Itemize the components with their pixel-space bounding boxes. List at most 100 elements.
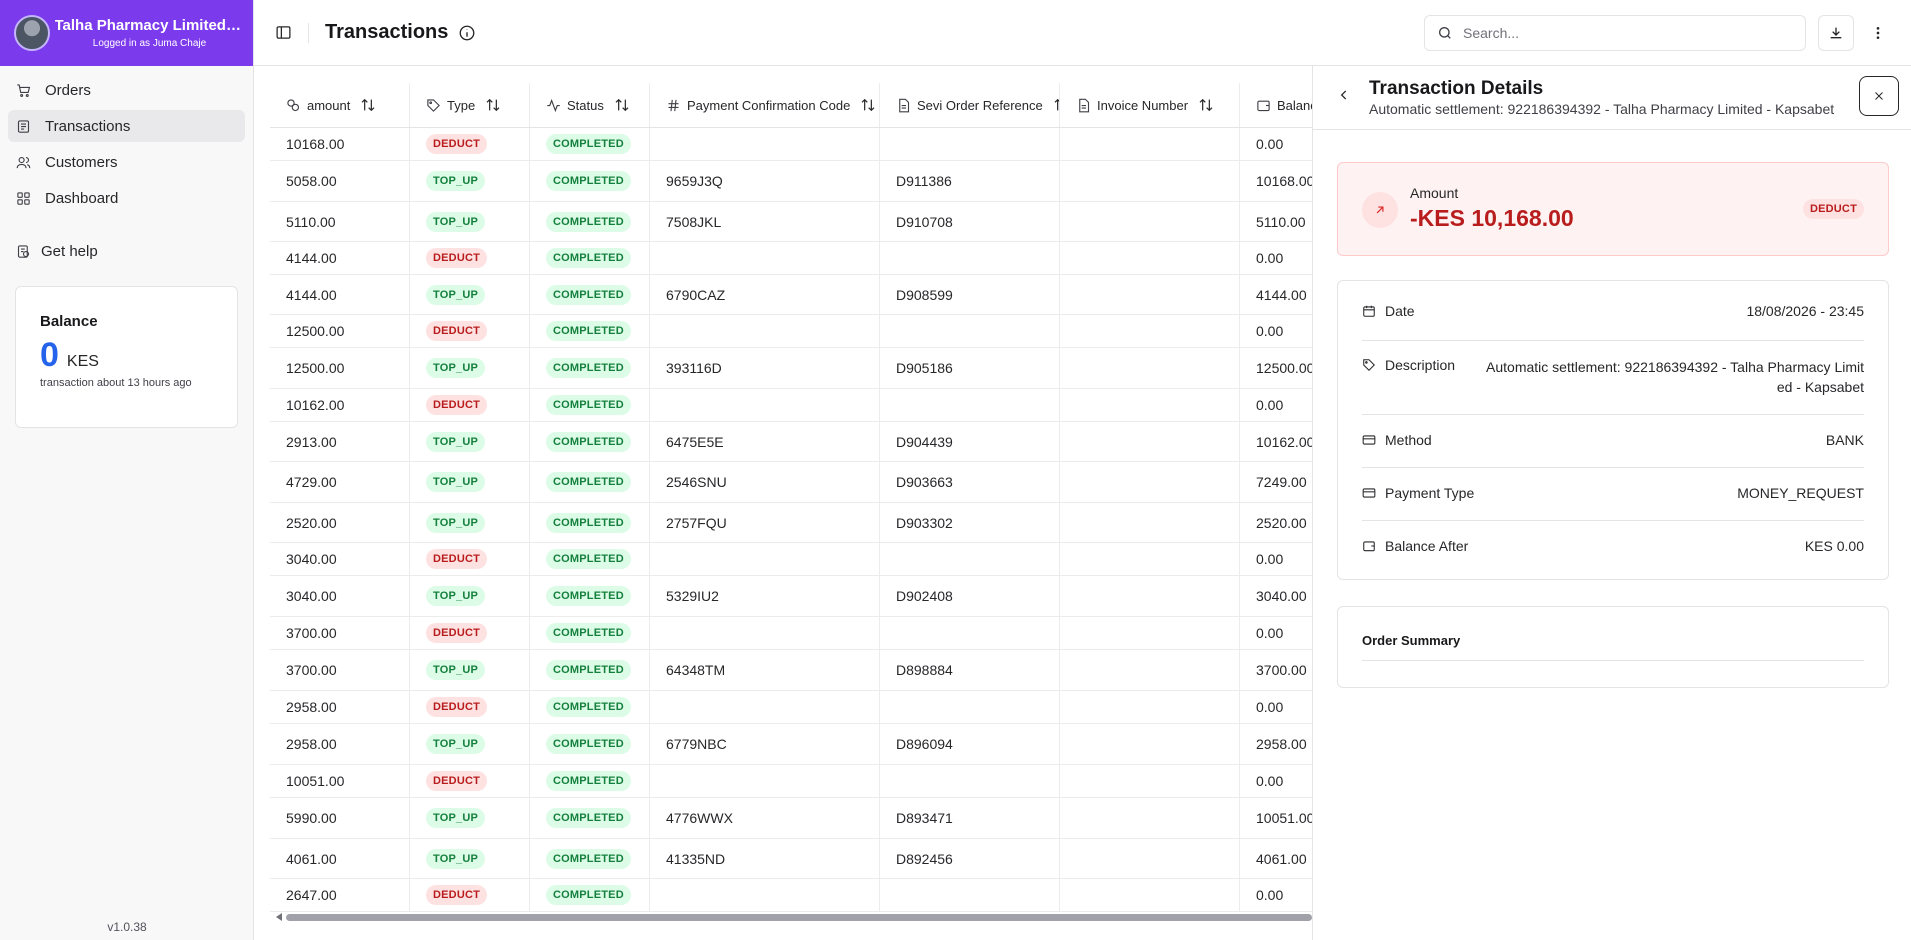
table-row[interactable]: 2958.00 DEDUCT COMPLETED 0.00 xyxy=(270,691,1312,724)
type-badge: DEDUCT xyxy=(426,885,488,905)
cell-amount: 5990.00 xyxy=(270,798,410,838)
cell-order-reference xyxy=(880,242,1060,274)
cell-invoice-number xyxy=(1060,503,1240,542)
scrollbar-thumb[interactable] xyxy=(286,914,1312,921)
sort-icon[interactable] xyxy=(1198,97,1214,113)
close-button[interactable] xyxy=(1859,76,1899,116)
search-icon xyxy=(1439,27,1451,39)
cell-order-reference: D905186 xyxy=(880,348,1060,388)
arrow-up-right-icon xyxy=(1362,192,1398,228)
table-row[interactable]: 12500.00 TOP_UP COMPLETED 393116D D905186 125… xyxy=(270,348,1312,389)
status-badge: COMPLETED xyxy=(546,808,631,828)
info-icon[interactable] xyxy=(458,24,476,42)
cell-amount: 10168.00 xyxy=(270,128,410,160)
table-row[interactable]: 2647.00 DEDUCT COMPLETED 0.00 xyxy=(270,879,1312,912)
cell-invoice-number xyxy=(1060,462,1240,502)
sort-icon[interactable] xyxy=(360,97,376,113)
sort-icon[interactable] xyxy=(614,97,630,113)
status-badge: COMPLETED xyxy=(546,358,631,378)
cell-status: COMPLETED xyxy=(530,422,650,461)
cell-order-reference xyxy=(880,543,1060,575)
cell-balance-after: 5110.00 xyxy=(1256,213,1306,230)
table-row[interactable]: 2958.00 TOP_UP COMPLETED 6779NBC D896094 2958… xyxy=(270,724,1312,765)
column-header-order-reference[interactable]: Sevi Order Reference xyxy=(880,83,1060,127)
table-row[interactable]: 5058.00 TOP_UP COMPLETED 9659J3Q D911386 1016… xyxy=(270,161,1312,202)
cell-payment-code: 6475E5E xyxy=(650,422,880,461)
users-icon xyxy=(16,156,31,168)
status-badge: COMPLETED xyxy=(546,395,631,415)
status-badge: COMPLETED xyxy=(546,472,631,492)
table-row[interactable]: 2520.00 TOP_UP COMPLETED 2757FQU D903302 2520… xyxy=(270,503,1312,543)
cell-balance-after: 4144.00 xyxy=(1256,286,1307,303)
table-row[interactable]: 2913.00 TOP_UP COMPLETED 6475E5E D904439 1016… xyxy=(270,422,1312,462)
column-header-invoice-number[interactable]: Invoice Number xyxy=(1060,83,1240,127)
table-header: amount Type Status Payment Confirmation … xyxy=(270,83,1312,128)
detail-row-payment-type: Payment Type MONEY_REQUEST xyxy=(1362,468,1864,521)
type-badge: TOP_UP xyxy=(426,472,486,492)
type-badge: TOP_UP xyxy=(426,660,486,680)
cell-invoice-number xyxy=(1060,422,1240,461)
download-button[interactable] xyxy=(1818,15,1854,51)
card-icon xyxy=(1362,435,1376,445)
sort-icon[interactable] xyxy=(485,97,501,113)
column-header-payment-code[interactable]: Payment Confirmation Code xyxy=(650,83,880,127)
cell-type: TOP_UP xyxy=(410,650,530,690)
header-divider xyxy=(308,22,309,43)
cell-status: COMPLETED xyxy=(530,161,650,201)
page-title: Transactions xyxy=(325,21,449,43)
column-label: Balance After xyxy=(1277,97,1312,113)
horizontal-scrollbar[interactable] xyxy=(276,912,1312,922)
table-row[interactable]: 5110.00 TOP_UP COMPLETED 7508JKL D910708 5110… xyxy=(270,202,1312,242)
table-row[interactable]: 4144.00 TOP_UP COMPLETED 6790CAZ D908599 4144… xyxy=(270,275,1312,315)
table-row[interactable]: 3700.00 TOP_UP COMPLETED 64348TM D898884 3700… xyxy=(270,650,1312,691)
column-header-balance-after[interactable]: Balance After xyxy=(1240,83,1312,127)
cell-invoice-number xyxy=(1060,691,1240,723)
wallet-icon xyxy=(1363,541,1375,552)
cell-payment-code: 2757FQU xyxy=(650,503,880,542)
table-row[interactable]: 10162.00 DEDUCT COMPLETED 0.00 xyxy=(270,389,1312,422)
sort-icon[interactable] xyxy=(1053,97,1060,113)
sort-icon[interactable] xyxy=(860,97,876,113)
org-switcher[interactable]: Talha Pharmacy Limited - Kapsabet Logged… xyxy=(0,0,253,66)
cell-balance-after: 0.00 xyxy=(1256,551,1284,567)
search-input[interactable] xyxy=(1463,25,1783,41)
table-row[interactable]: 4061.00 TOP_UP COMPLETED 41335ND D892456 4061… xyxy=(270,839,1312,879)
column-header-status[interactable]: Status xyxy=(530,83,650,127)
cell-amount: 12500.00 xyxy=(270,315,410,347)
cell-type: DEDUCT xyxy=(410,691,530,723)
table-row[interactable]: 4729.00 TOP_UP COMPLETED 2546SNU D903663 7249… xyxy=(270,462,1312,503)
column-header-amount[interactable]: amount xyxy=(270,83,410,127)
sidebar-item-transactions[interactable]: Transactions xyxy=(8,110,245,142)
cell-type: TOP_UP xyxy=(410,422,530,461)
type-badge: TOP_UP xyxy=(426,431,486,452)
cell-status: COMPLETED xyxy=(530,315,650,347)
table-row[interactable]: 5990.00 TOP_UP COMPLETED 4776WWX D893471 1005… xyxy=(270,798,1312,839)
cell-balance-after: 12500.00 xyxy=(1256,360,1312,376)
cell-balance-after: 10162.00 xyxy=(1256,433,1312,450)
scroll-left-arrow[interactable] xyxy=(276,913,282,921)
back-button[interactable] xyxy=(1337,88,1351,102)
coins-icon xyxy=(287,98,300,111)
cell-balance-after: 10051.00 xyxy=(1256,810,1312,826)
table-row[interactable]: 10051.00 DEDUCT COMPLETED 0.00 xyxy=(270,765,1312,798)
sidebar-toggle-button[interactable] xyxy=(272,22,294,44)
detail-value: BANK xyxy=(1825,432,1864,448)
sidebar-item-customers[interactable]: Customers xyxy=(8,146,245,178)
sidebar-item-dashboard[interactable]: Dashboard xyxy=(8,182,245,214)
get-help-link[interactable]: Get help xyxy=(0,238,253,264)
table-row[interactable]: 4144.00 DEDUCT COMPLETED 0.00 xyxy=(270,242,1312,275)
column-header-type[interactable]: Type xyxy=(410,83,530,127)
cell-order-reference xyxy=(880,389,1060,421)
status-badge: COMPLETED xyxy=(546,586,631,606)
table-row[interactable]: 3700.00 DEDUCT COMPLETED 0.00 xyxy=(270,617,1312,650)
cell-order-reference: D892456 xyxy=(880,839,1060,878)
table-row[interactable]: 10168.00 DEDUCT COMPLETED 0.00 xyxy=(270,128,1312,161)
sidebar-item-orders[interactable]: Orders xyxy=(8,74,245,106)
table-row[interactable]: 3040.00 DEDUCT COMPLETED 0.00 xyxy=(270,543,1312,576)
help-icon xyxy=(17,244,30,258)
more-options-button[interactable] xyxy=(1860,15,1896,51)
table-row[interactable]: 3040.00 TOP_UP COMPLETED 5329IU2 D902408 3040… xyxy=(270,576,1312,617)
cell-order-reference: D904439 xyxy=(880,422,1060,461)
status-badge: COMPLETED xyxy=(546,321,631,341)
table-row[interactable]: 12500.00 DEDUCT COMPLETED 0.00 xyxy=(270,315,1312,348)
